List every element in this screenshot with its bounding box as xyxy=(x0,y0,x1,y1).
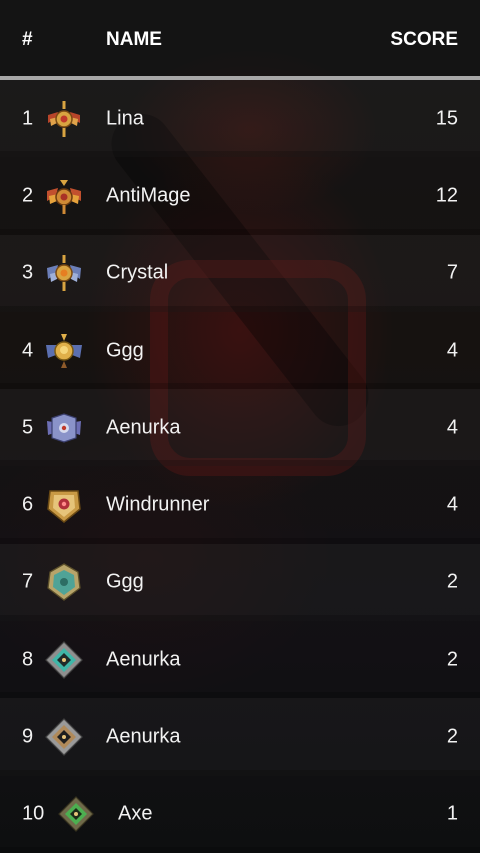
guardian-rank-medal-icon xyxy=(44,562,84,602)
leaderboard-row[interactable]: 5 Aenurka 4 xyxy=(0,389,480,467)
leaderboard-list: 1 Lina 15 2 AntiMage 12 3 Crystal 7 4 Gg… xyxy=(0,80,480,853)
row-player-name: Ggg xyxy=(106,570,144,593)
leaderboard-row[interactable]: 8 Aenurka 2 xyxy=(0,621,480,699)
row-rank: 4 xyxy=(22,339,34,362)
bronze-diamond-medal-icon xyxy=(44,717,84,757)
row-score: 2 xyxy=(446,648,458,671)
row-score: 15 xyxy=(435,107,458,130)
ancient-rank-medal-icon xyxy=(44,253,84,293)
row-player-name: Aenurka xyxy=(106,416,181,439)
row-rank: 8 xyxy=(22,648,34,671)
row-rank: 2 xyxy=(22,184,34,207)
row-player-name: Aenurka xyxy=(106,648,181,671)
row-player-name: Ggg xyxy=(106,339,144,362)
leaderboard-row[interactable]: 7 Ggg 2 xyxy=(0,543,480,622)
herald-rank-medal-icon xyxy=(56,794,96,834)
row-score: 2 xyxy=(446,725,458,748)
leaderboard-row[interactable]: 9 Aenurka 2 xyxy=(0,698,480,776)
leaderboard-row[interactable]: 1 Lina 15 xyxy=(0,80,480,158)
row-rank: 5 xyxy=(22,416,34,439)
row-rank: 6 xyxy=(22,493,34,516)
divine-rank-medal-icon xyxy=(44,176,84,216)
row-score: 1 xyxy=(446,802,458,825)
row-score: 4 xyxy=(446,493,458,516)
leaderboard-row[interactable]: 4 Ggg 4 xyxy=(0,311,480,390)
row-score: 4 xyxy=(446,416,458,439)
leaderboard-header: # NAME SCORE xyxy=(0,0,480,76)
teal-diamond-medal-icon xyxy=(44,640,84,680)
header-name-label: NAME xyxy=(106,29,162,50)
row-rank: 7 xyxy=(22,570,34,593)
row-rank: 9 xyxy=(22,725,34,748)
row-score: 7 xyxy=(446,261,458,284)
leaderboard-row[interactable]: 2 AntiMage 12 xyxy=(0,157,480,235)
header-score-label: SCORE xyxy=(390,29,458,50)
row-player-name: Windrunner xyxy=(106,493,210,516)
immortal-rank-medal-icon xyxy=(44,99,84,139)
row-score: 12 xyxy=(435,184,458,207)
row-player-name: AntiMage xyxy=(106,184,191,207)
crusader-rank-medal-icon xyxy=(44,485,84,525)
leaderboard-row[interactable]: 3 Crystal 7 xyxy=(0,234,480,312)
row-player-name: Crystal xyxy=(106,261,169,284)
header-rank-label: # xyxy=(22,29,33,50)
leaderboard-screen: # NAME SCORE 1 Lina 15 2 AntiMage 12 3 C… xyxy=(0,0,480,853)
row-player-name: Axe xyxy=(118,802,153,825)
row-score: 4 xyxy=(446,339,458,362)
row-rank: 1 xyxy=(22,107,34,130)
row-score: 2 xyxy=(446,570,458,593)
leaderboard-row[interactable]: 10 Axe 1 xyxy=(0,775,480,853)
row-player-name: Lina xyxy=(106,107,144,130)
leaderboard-row[interactable]: 6 Windrunner 4 xyxy=(0,466,480,544)
row-rank: 3 xyxy=(22,261,34,284)
archon-rank-medal-icon xyxy=(44,408,84,448)
row-player-name: Aenurka xyxy=(106,725,181,748)
row-rank: 10 xyxy=(22,802,45,825)
legend-rank-medal-icon xyxy=(44,331,84,371)
